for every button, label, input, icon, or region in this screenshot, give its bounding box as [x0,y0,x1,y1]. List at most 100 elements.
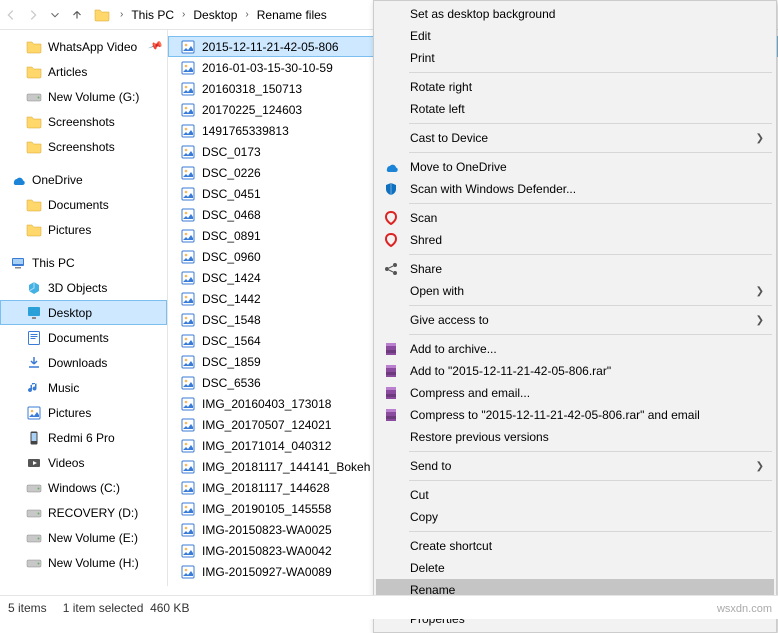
nav-forward-button[interactable] [22,2,44,28]
image-icon [180,39,196,55]
menu-give-access-to[interactable]: Give access to❯ [376,309,774,331]
menu-open-with[interactable]: Open with❯ [376,280,774,302]
menu-scan-defender[interactable]: Scan with Windows Defender... [376,178,774,200]
breadcrumb-current[interactable]: Rename files [253,8,331,22]
nav-music[interactable]: Music [0,375,167,400]
breadcrumb-desktop[interactable]: Desktop [189,8,241,22]
pictures-icon [26,405,42,421]
menu-add-to-rar[interactable]: Add to "2015-12-11-21-42-05-806.rar" [376,360,774,382]
nav-this-pc[interactable]: This PC [0,250,167,275]
nav-downloads[interactable]: Downloads [0,350,167,375]
pc-icon [10,255,26,271]
image-icon [180,480,196,496]
nav-3d-objects[interactable]: 3D Objects [0,275,167,300]
image-icon [180,144,196,160]
file-name: IMG_20190105_145558 [202,502,331,516]
file-name: IMG-20150823-WA0025 [202,523,332,537]
file-name: DSC_0960 [202,250,261,264]
pin-icon: 📌 [147,39,163,54]
chevron-right-icon: ❯ [756,315,764,326]
file-name: DSC_6536 [202,376,261,390]
menu-compress-to-rar-email[interactable]: Compress to "2015-12-11-21-42-05-806.rar… [376,404,774,426]
image-icon [180,564,196,580]
nav-back-button[interactable] [0,2,22,28]
nav-recent-button[interactable] [44,2,66,28]
file-name: 2015-12-11-21-42-05-806 [202,40,339,54]
status-selection: 1 item selected 460 KB [63,601,190,615]
menu-separator [409,72,772,73]
status-bar: 5 items 1 item selected 460 KB [0,595,778,619]
menu-separator [409,123,772,124]
menu-restore-versions[interactable]: Restore previous versions [376,426,774,448]
nav-whatsapp-video[interactable]: WhatsApp Video📌 [0,34,167,59]
menu-rotate-left[interactable]: Rotate left [376,98,774,120]
share-icon [383,261,399,277]
file-name: DSC_1859 [202,355,261,369]
menu-separator [409,531,772,532]
image-icon [180,543,196,559]
menu-cast-to-device[interactable]: Cast to Device❯ [376,127,774,149]
menu-copy[interactable]: Copy [376,506,774,528]
folder-icon [26,39,42,55]
menu-scan[interactable]: Scan [376,207,774,229]
image-icon [180,312,196,328]
nav-desktop[interactable]: Desktop [0,300,167,325]
menu-add-to-archive[interactable]: Add to archive... [376,338,774,360]
menu-rotate-right[interactable]: Rotate right [376,76,774,98]
nav-screenshots-2[interactable]: Screenshots [0,134,167,159]
menu-delete[interactable]: Delete [376,557,774,579]
file-name: 1491765339813 [202,124,289,138]
chevron-right-icon: ❯ [756,133,764,144]
nav-onedrive-pictures[interactable]: Pictures [0,217,167,242]
menu-move-to-onedrive[interactable]: Move to OneDrive [376,156,774,178]
image-icon [180,438,196,454]
onedrive-icon [383,159,399,175]
file-name: DSC_0891 [202,229,261,243]
mcafee-icon [383,210,399,226]
nav-new-volume-h[interactable]: New Volume (H:) [0,550,167,575]
folder-icon [26,114,42,130]
menu-separator [409,334,772,335]
breadcrumb-root[interactable]: This PC [127,8,178,22]
menu-set-background[interactable]: Set as desktop background [376,3,774,25]
nav-new-volume-g[interactable]: New Volume (G:) [0,84,167,109]
shield-icon [383,181,399,197]
image-icon [180,291,196,307]
nav-pictures[interactable]: Pictures [0,400,167,425]
nav-documents[interactable]: Documents [0,325,167,350]
nav-windows-c[interactable]: Windows (C:) [0,475,167,500]
menu-separator [409,480,772,481]
menu-send-to[interactable]: Send to❯ [376,455,774,477]
image-icon [180,207,196,223]
nav-network[interactable]: Network [0,583,167,586]
menu-share[interactable]: Share [376,258,774,280]
file-name: 2016-01-03-15-30-10-59 [202,61,333,75]
menu-separator [409,254,772,255]
nav-onedrive[interactable]: OneDrive [0,167,167,192]
drive-icon [26,89,42,105]
rar-icon [383,407,399,423]
nav-onedrive-documents[interactable]: Documents [0,192,167,217]
rar-icon [383,341,399,357]
image-icon [180,186,196,202]
nav-screenshots-1[interactable]: Screenshots [0,109,167,134]
nav-articles[interactable]: Articles [0,59,167,84]
menu-print[interactable]: Print [376,47,774,69]
image-icon [180,165,196,181]
file-name: IMG-20150823-WA0042 [202,544,332,558]
menu-create-shortcut[interactable]: Create shortcut [376,535,774,557]
menu-compress-email[interactable]: Compress and email... [376,382,774,404]
image-icon [180,102,196,118]
nav-new-volume-e[interactable]: New Volume (E:) [0,525,167,550]
file-name: DSC_0451 [202,187,261,201]
nav-recovery-d[interactable]: RECOVERY (D:) [0,500,167,525]
menu-edit[interactable]: Edit [376,25,774,47]
nav-videos[interactable]: Videos [0,450,167,475]
nav-redmi-6-pro[interactable]: Redmi 6 Pro [0,425,167,450]
file-name: DSC_1424 [202,271,261,285]
menu-cut[interactable]: Cut [376,484,774,506]
rar-icon [383,385,399,401]
onedrive-icon [10,172,26,188]
nav-up-button[interactable] [66,2,88,28]
menu-shred[interactable]: Shred [376,229,774,251]
